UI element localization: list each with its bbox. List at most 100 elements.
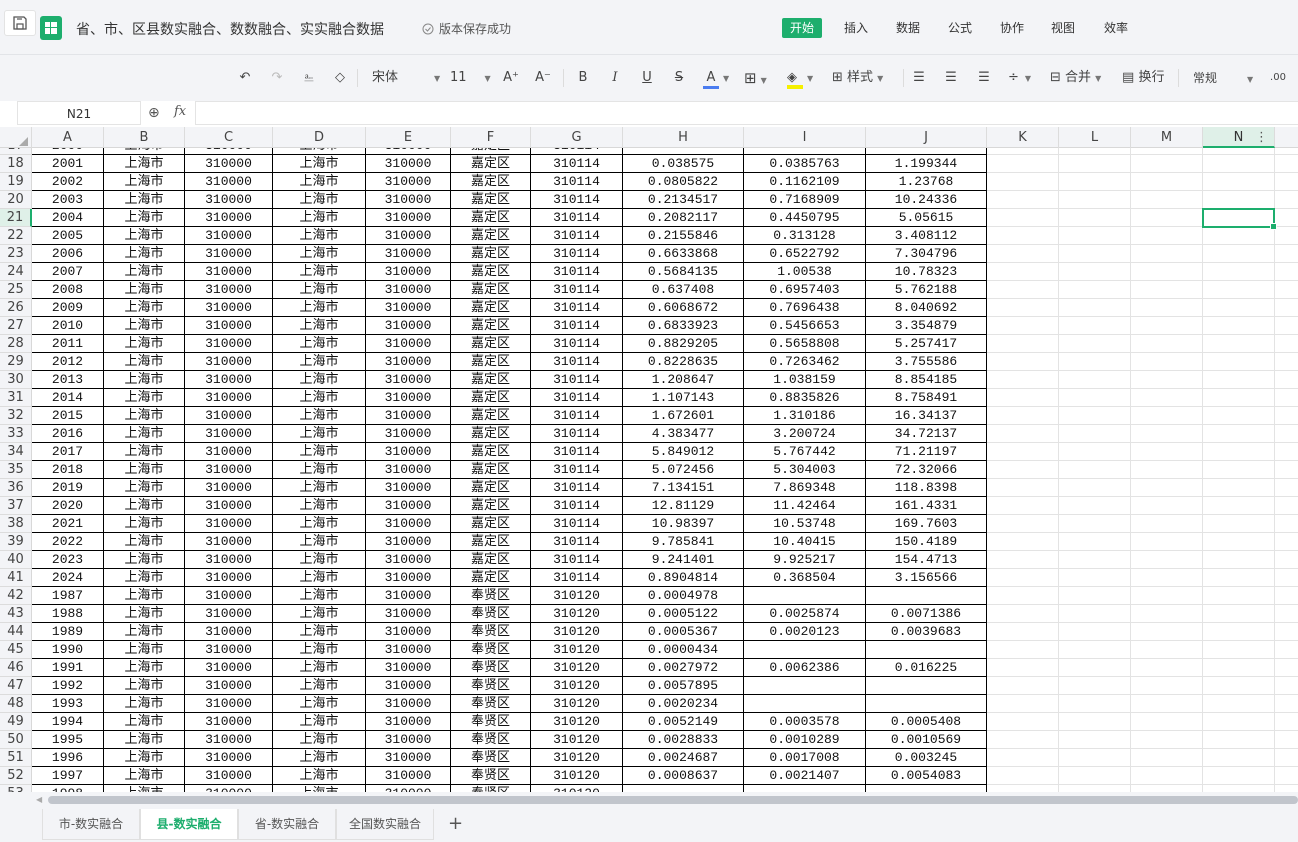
cell-K35[interactable] <box>987 461 1059 479</box>
cell-F40[interactable]: 嘉定区 <box>451 551 531 569</box>
cell-I22[interactable]: 0.313128 <box>744 227 866 245</box>
cell-E47[interactable]: 310000 <box>366 677 451 695</box>
cell-C53[interactable]: 310000 <box>185 785 273 792</box>
cell-M36[interactable] <box>1131 479 1203 497</box>
cell-O20[interactable] <box>1275 191 1298 209</box>
cell-C27[interactable]: 310000 <box>185 317 273 335</box>
cell-M32[interactable] <box>1131 407 1203 425</box>
align-left-icon[interactable]: ☰ <box>911 68 927 88</box>
cell-M52[interactable] <box>1131 767 1203 785</box>
cell-K26[interactable] <box>987 299 1059 317</box>
cell-L36[interactable] <box>1059 479 1131 497</box>
cell-I25[interactable]: 0.6957403 <box>744 281 866 299</box>
cell-I32[interactable]: 1.310186 <box>744 407 866 425</box>
cell-E36[interactable]: 310000 <box>366 479 451 497</box>
cell-B45[interactable]: 上海市 <box>104 641 185 659</box>
cell-D51[interactable]: 上海市 <box>273 749 366 767</box>
cell-B36[interactable]: 上海市 <box>104 479 185 497</box>
cell-A43[interactable]: 1988 <box>32 605 104 623</box>
row-header[interactable]: 25 <box>0 281 32 299</box>
zoom-search-icon[interactable]: ⊕ <box>148 105 160 121</box>
cell-D40[interactable]: 上海市 <box>273 551 366 569</box>
cell-E29[interactable]: 310000 <box>366 353 451 371</box>
cell-C18[interactable]: 310000 <box>185 155 273 173</box>
cell-A32[interactable]: 2015 <box>32 407 104 425</box>
cell-B42[interactable]: 上海市 <box>104 587 185 605</box>
cell-H47[interactable]: 0.0057895 <box>623 677 744 695</box>
cell-O28[interactable] <box>1275 335 1298 353</box>
cell-I40[interactable]: 9.925217 <box>744 551 866 569</box>
cell-L45[interactable] <box>1059 641 1131 659</box>
cell-J23[interactable]: 7.304796 <box>866 245 987 263</box>
cell-J40[interactable]: 154.4713 <box>866 551 987 569</box>
cell-H49[interactable]: 0.0052149 <box>623 713 744 731</box>
cell-A19[interactable]: 2002 <box>32 173 104 191</box>
cell-D41[interactable]: 上海市 <box>273 569 366 587</box>
cell-G44[interactable]: 310120 <box>531 623 623 641</box>
cell-B33[interactable]: 上海市 <box>104 425 185 443</box>
cell-N27[interactable] <box>1203 317 1275 335</box>
cell-C45[interactable]: 310000 <box>185 641 273 659</box>
cell-A18[interactable]: 2001 <box>32 155 104 173</box>
cell-J18[interactable]: 1.199344 <box>866 155 987 173</box>
cell-M51[interactable] <box>1131 749 1203 767</box>
cell-B26[interactable]: 上海市 <box>104 299 185 317</box>
menu-collab[interactable]: 协作 <box>992 18 1032 38</box>
row-header[interactable]: 47 <box>0 677 32 695</box>
cell-G48[interactable]: 310120 <box>531 695 623 713</box>
cell-E18[interactable]: 310000 <box>366 155 451 173</box>
row-header[interactable]: 35 <box>0 461 32 479</box>
cell-K39[interactable] <box>987 533 1059 551</box>
cell-E39[interactable]: 310000 <box>366 533 451 551</box>
cell-E19[interactable]: 310000 <box>366 173 451 191</box>
sheet-tab-city[interactable]: 市-数实融合 <box>42 809 140 840</box>
bold-button[interactable]: B <box>575 68 591 88</box>
column-header-G[interactable]: G <box>531 127 623 148</box>
format-painter-icon[interactable]: ⎁ <box>300 68 318 88</box>
cell-M53[interactable] <box>1131 785 1203 792</box>
cell-E52[interactable]: 310000 <box>366 767 451 785</box>
cell-N38[interactable] <box>1203 515 1275 533</box>
cell-B39[interactable]: 上海市 <box>104 533 185 551</box>
cell-L22[interactable] <box>1059 227 1131 245</box>
cell-G23[interactable]: 310114 <box>531 245 623 263</box>
cell-O50[interactable] <box>1275 731 1298 749</box>
cell-E42[interactable]: 310000 <box>366 587 451 605</box>
cell-I29[interactable]: 0.7263462 <box>744 353 866 371</box>
cell-A41[interactable]: 2024 <box>32 569 104 587</box>
cell-E38[interactable]: 310000 <box>366 515 451 533</box>
row-header[interactable]: 33 <box>0 425 32 443</box>
cell-H53[interactable] <box>623 785 744 792</box>
cell-M29[interactable] <box>1131 353 1203 371</box>
cell-M30[interactable] <box>1131 371 1203 389</box>
cell-G30[interactable]: 310114 <box>531 371 623 389</box>
cell-I51[interactable]: 0.0017008 <box>744 749 866 767</box>
cell-F43[interactable]: 奉贤区 <box>451 605 531 623</box>
cell-D48[interactable]: 上海市 <box>273 695 366 713</box>
cell-J42[interactable] <box>866 587 987 605</box>
cell-F31[interactable]: 嘉定区 <box>451 389 531 407</box>
cell-L44[interactable] <box>1059 623 1131 641</box>
cell-M25[interactable] <box>1131 281 1203 299</box>
row-header[interactable]: 51 <box>0 749 32 767</box>
cell-D19[interactable]: 上海市 <box>273 173 366 191</box>
formula-input[interactable] <box>195 101 1298 125</box>
cell-G28[interactable]: 310114 <box>531 335 623 353</box>
strikethrough-button[interactable]: S <box>671 68 687 88</box>
cell-E33[interactable]: 310000 <box>366 425 451 443</box>
cell-N47[interactable] <box>1203 677 1275 695</box>
cell-C50[interactable]: 310000 <box>185 731 273 749</box>
cell-B28[interactable]: 上海市 <box>104 335 185 353</box>
cell-L52[interactable] <box>1059 767 1131 785</box>
cell-I30[interactable]: 1.038159 <box>744 371 866 389</box>
cell-K30[interactable] <box>987 371 1059 389</box>
cell-L38[interactable] <box>1059 515 1131 533</box>
cell-H21[interactable]: 0.2082117 <box>623 209 744 227</box>
cell-K29[interactable] <box>987 353 1059 371</box>
column-header-H[interactable]: H <box>623 127 744 148</box>
cell-D30[interactable]: 上海市 <box>273 371 366 389</box>
cell-F22[interactable]: 嘉定区 <box>451 227 531 245</box>
row-header[interactable]: 38 <box>0 515 32 533</box>
cell-E53[interactable]: 310000 <box>366 785 451 792</box>
cell-F19[interactable]: 嘉定区 <box>451 173 531 191</box>
